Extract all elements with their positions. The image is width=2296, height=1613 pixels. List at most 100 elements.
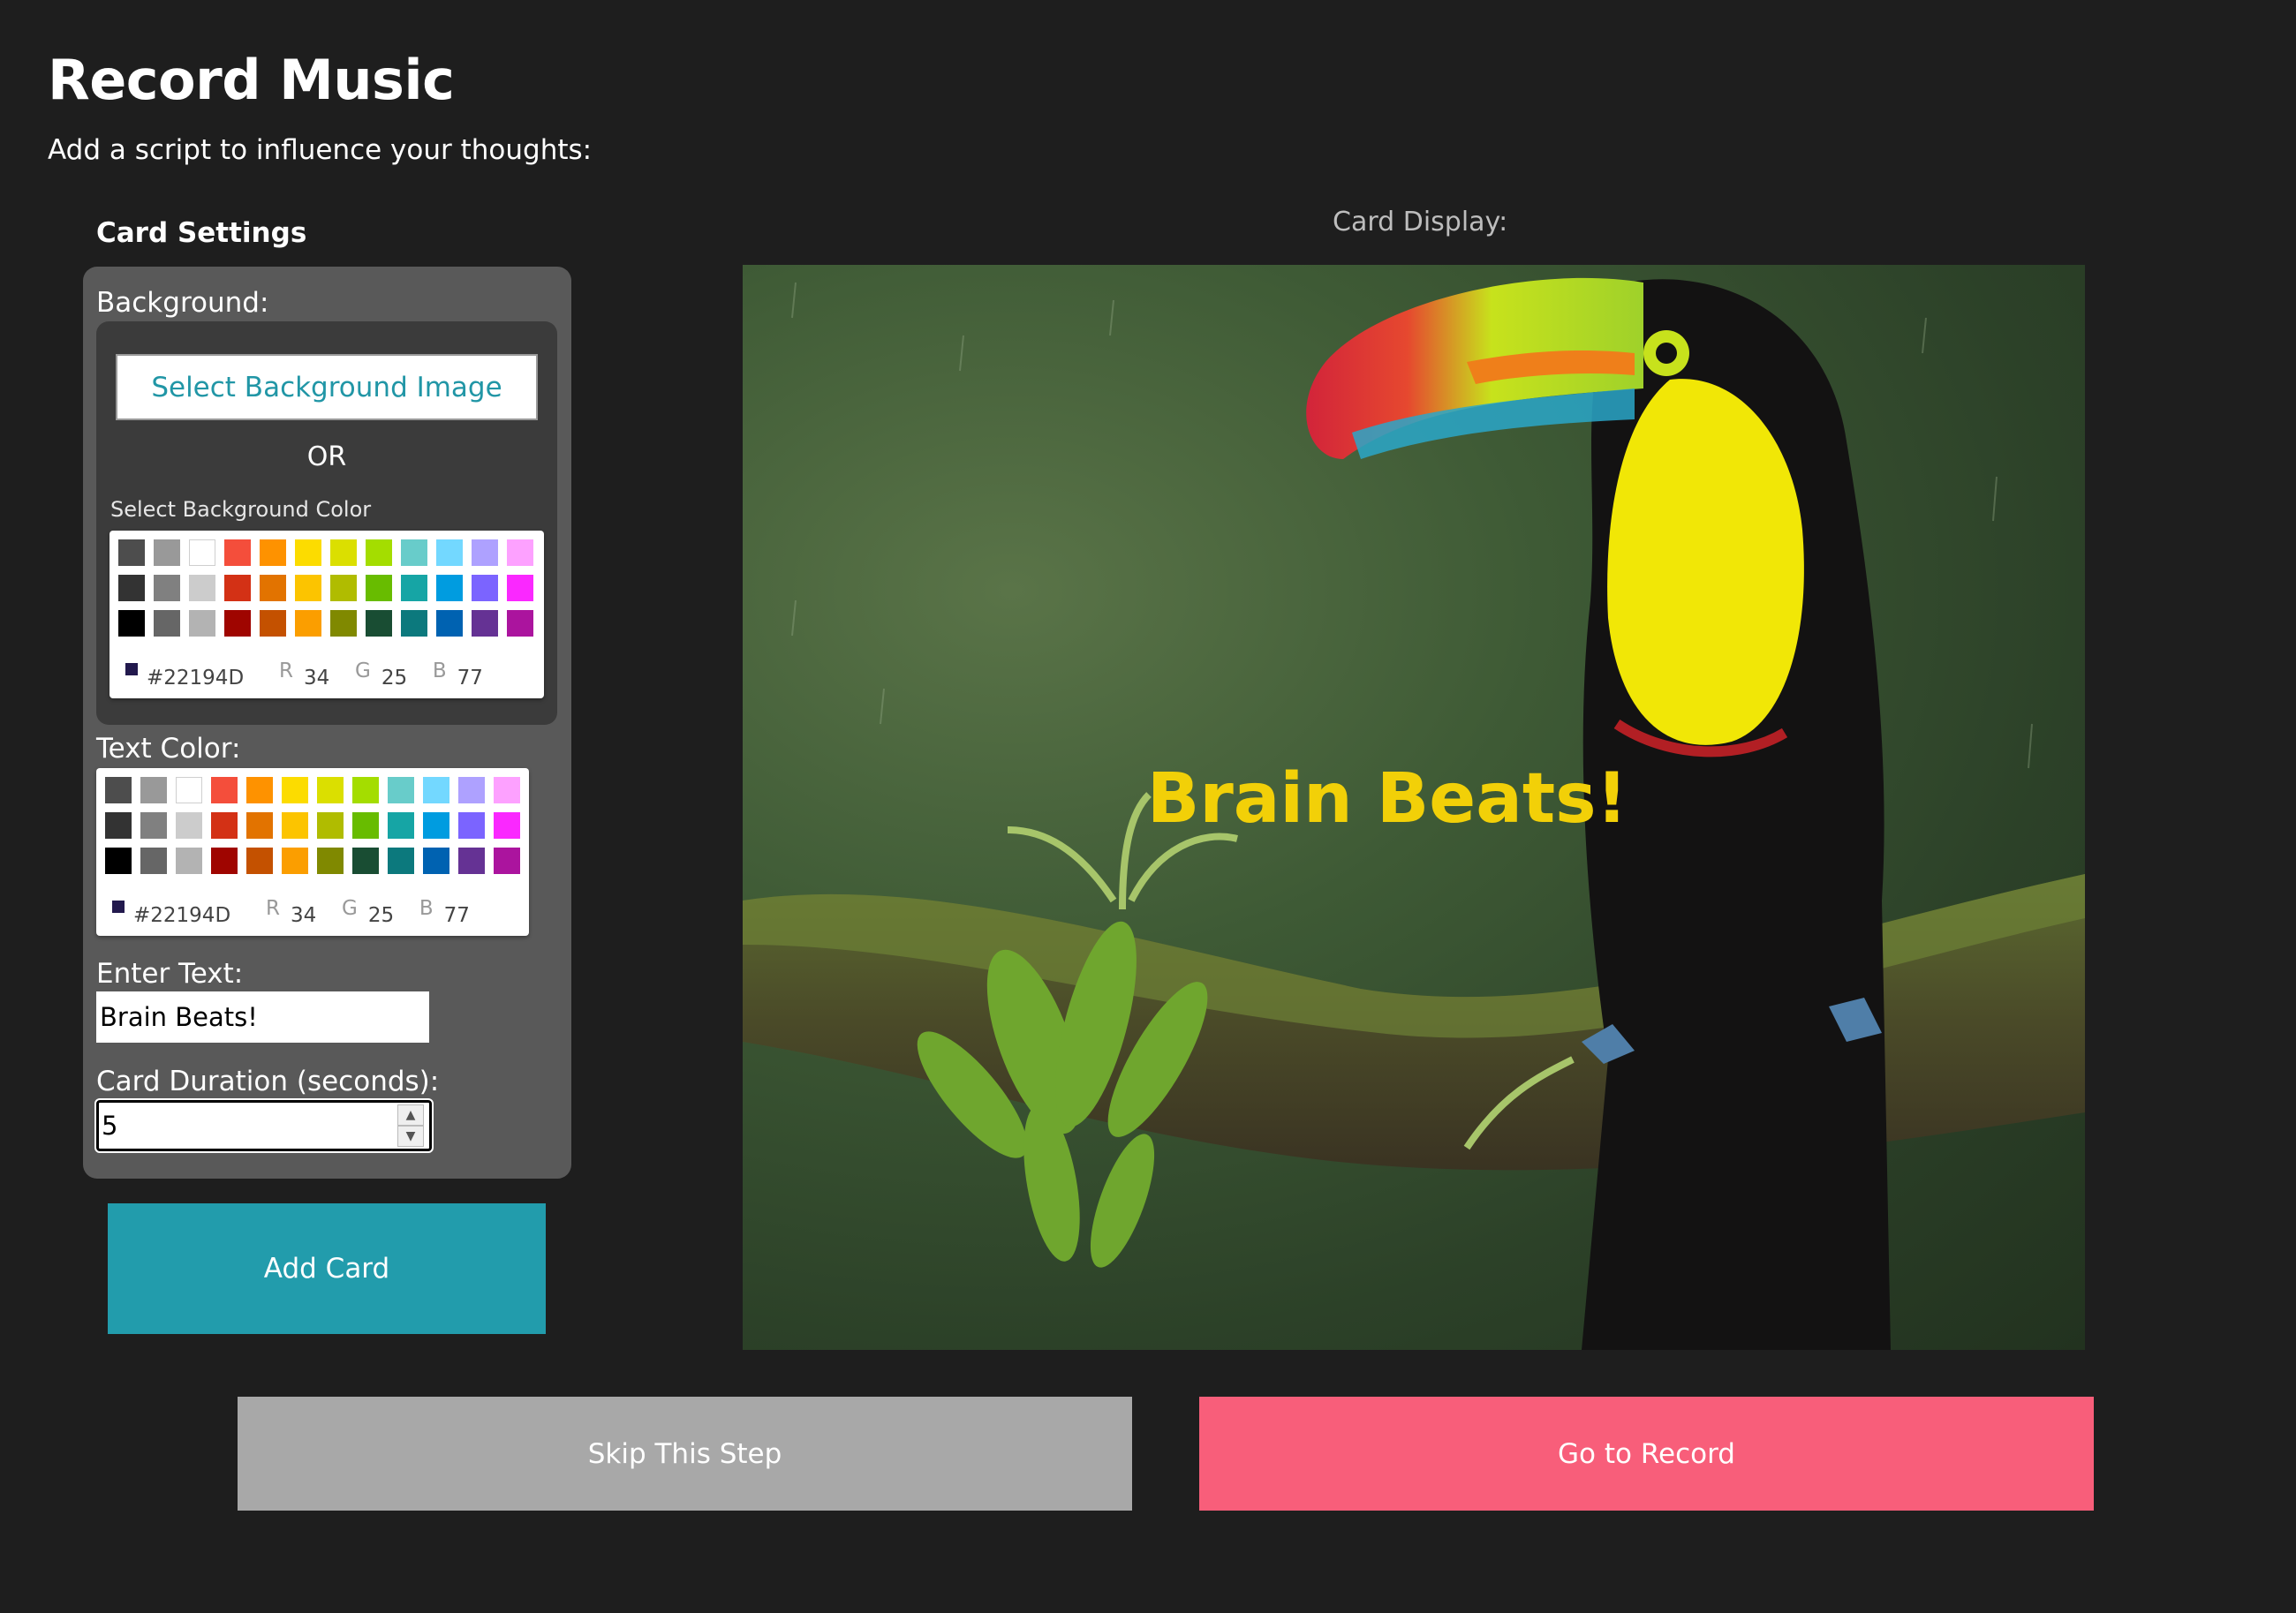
text-color-swatch[interactable]: [423, 848, 449, 874]
text-color-swatch[interactable]: [352, 777, 379, 803]
bg-color-swatch[interactable]: [436, 575, 463, 601]
text-color-swatch[interactable]: [388, 777, 414, 803]
select-background-image-button[interactable]: Select Background Image: [116, 354, 538, 420]
text-color-swatch[interactable]: [211, 848, 238, 874]
text-color-swatch[interactable]: [494, 777, 520, 803]
text-color-chip: [112, 901, 125, 913]
card-text-input[interactable]: [96, 991, 429, 1043]
text-color-readout: #22194D R 34 G 25 B 77: [112, 892, 518, 927]
skip-step-button[interactable]: Skip This Step: [238, 1397, 1132, 1511]
background-r-label: R: [279, 660, 293, 682]
bg-color-swatch[interactable]: [118, 610, 145, 637]
text-color-swatch[interactable]: [140, 848, 167, 874]
text-color-picker: #22194D R 34 G 25 B 77: [96, 768, 529, 936]
bg-color-swatch[interactable]: [295, 539, 321, 566]
text-color-swatch[interactable]: [352, 848, 379, 874]
bg-color-swatch[interactable]: [154, 539, 180, 566]
bg-color-swatch[interactable]: [472, 539, 498, 566]
text-color-swatch[interactable]: [176, 777, 202, 803]
text-color-swatch[interactable]: [282, 812, 308, 839]
chevron-down-icon[interactable]: ▼: [397, 1126, 424, 1147]
text-color-swatch[interactable]: [140, 812, 167, 839]
background-r-value[interactable]: 34: [304, 667, 355, 690]
text-color-swatch[interactable]: [423, 812, 449, 839]
bg-color-swatch[interactable]: [189, 575, 215, 601]
text-color-swatch[interactable]: [458, 812, 485, 839]
bg-color-swatch[interactable]: [118, 575, 145, 601]
text-color-swatch[interactable]: [246, 812, 273, 839]
text-b-value[interactable]: 77: [444, 904, 495, 927]
text-g-value[interactable]: 25: [368, 904, 419, 927]
text-color-swatch[interactable]: [458, 777, 485, 803]
bg-color-swatch[interactable]: [507, 610, 533, 637]
text-color-swatch[interactable]: [140, 777, 167, 803]
bg-color-swatch[interactable]: [507, 539, 533, 566]
page-subtitle: Add a script to influence your thoughts:: [48, 134, 593, 166]
card-duration-value[interactable]: 5: [102, 1111, 397, 1141]
bg-color-swatch[interactable]: [436, 539, 463, 566]
text-color-swatch[interactable]: [282, 777, 308, 803]
page-title: Record Music: [48, 48, 455, 112]
text-color-swatch[interactable]: [176, 848, 202, 874]
text-color-swatch[interactable]: [423, 777, 449, 803]
bg-color-swatch[interactable]: [330, 575, 357, 601]
text-color-swatch[interactable]: [317, 777, 344, 803]
text-color-swatch[interactable]: [494, 848, 520, 874]
bg-color-swatch[interactable]: [189, 539, 215, 566]
bg-color-swatch[interactable]: [472, 575, 498, 601]
add-card-button[interactable]: Add Card: [108, 1203, 546, 1334]
chevron-up-icon[interactable]: ▲: [397, 1104, 424, 1126]
bg-color-swatch[interactable]: [330, 539, 357, 566]
text-color-swatch[interactable]: [317, 848, 344, 874]
text-color-swatch[interactable]: [282, 848, 308, 874]
text-color-swatch[interactable]: [458, 848, 485, 874]
text-color-swatch[interactable]: [176, 812, 202, 839]
bg-color-swatch[interactable]: [472, 610, 498, 637]
bg-color-swatch[interactable]: [436, 610, 463, 637]
go-to-record-button[interactable]: Go to Record: [1199, 1397, 2094, 1511]
bg-color-swatch[interactable]: [260, 575, 286, 601]
text-color-swatch[interactable]: [352, 812, 379, 839]
text-r-value[interactable]: 34: [291, 904, 342, 927]
background-hex-value[interactable]: #22194D: [147, 667, 279, 690]
bg-color-swatch[interactable]: [295, 575, 321, 601]
bg-color-swatch[interactable]: [118, 539, 145, 566]
card-duration-input[interactable]: 5 ▲ ▼: [94, 1098, 434, 1153]
bg-color-swatch[interactable]: [366, 610, 392, 637]
text-color-swatch[interactable]: [105, 812, 132, 839]
card-settings-heading: Card Settings: [96, 217, 307, 249]
bg-color-swatch[interactable]: [260, 610, 286, 637]
bg-color-swatch[interactable]: [189, 610, 215, 637]
bg-color-swatch[interactable]: [224, 539, 251, 566]
background-g-value[interactable]: 25: [381, 667, 433, 690]
text-color-swatch[interactable]: [211, 812, 238, 839]
bg-color-swatch[interactable]: [401, 575, 427, 601]
bg-color-swatch[interactable]: [366, 575, 392, 601]
background-color-readout: #22194D R 34 G 25 B 77: [125, 654, 532, 690]
text-color-swatch[interactable]: [105, 777, 132, 803]
background-color-chip: [125, 663, 138, 675]
bg-color-swatch[interactable]: [154, 610, 180, 637]
text-color-swatch[interactable]: [246, 848, 273, 874]
text-color-swatch[interactable]: [388, 812, 414, 839]
bg-color-swatch[interactable]: [401, 610, 427, 637]
bg-color-swatch[interactable]: [330, 610, 357, 637]
text-color-swatch[interactable]: [246, 777, 273, 803]
bg-color-swatch[interactable]: [224, 575, 251, 601]
bg-color-swatch[interactable]: [507, 575, 533, 601]
background-b-value[interactable]: 77: [457, 667, 509, 690]
bg-color-swatch[interactable]: [401, 539, 427, 566]
text-color-swatch[interactable]: [211, 777, 238, 803]
text-color-swatch[interactable]: [317, 812, 344, 839]
bg-color-swatch[interactable]: [366, 539, 392, 566]
text-hex-value[interactable]: #22194D: [133, 904, 266, 927]
background-g-label: G: [354, 660, 371, 682]
text-color-swatch[interactable]: [388, 848, 414, 874]
bg-color-swatch[interactable]: [154, 575, 180, 601]
bg-color-swatch[interactable]: [295, 610, 321, 637]
bg-color-swatch[interactable]: [260, 539, 286, 566]
text-color-swatch[interactable]: [494, 812, 520, 839]
text-color-swatch[interactable]: [105, 848, 132, 874]
duration-stepper[interactable]: ▲ ▼: [397, 1104, 424, 1147]
bg-color-swatch[interactable]: [224, 610, 251, 637]
